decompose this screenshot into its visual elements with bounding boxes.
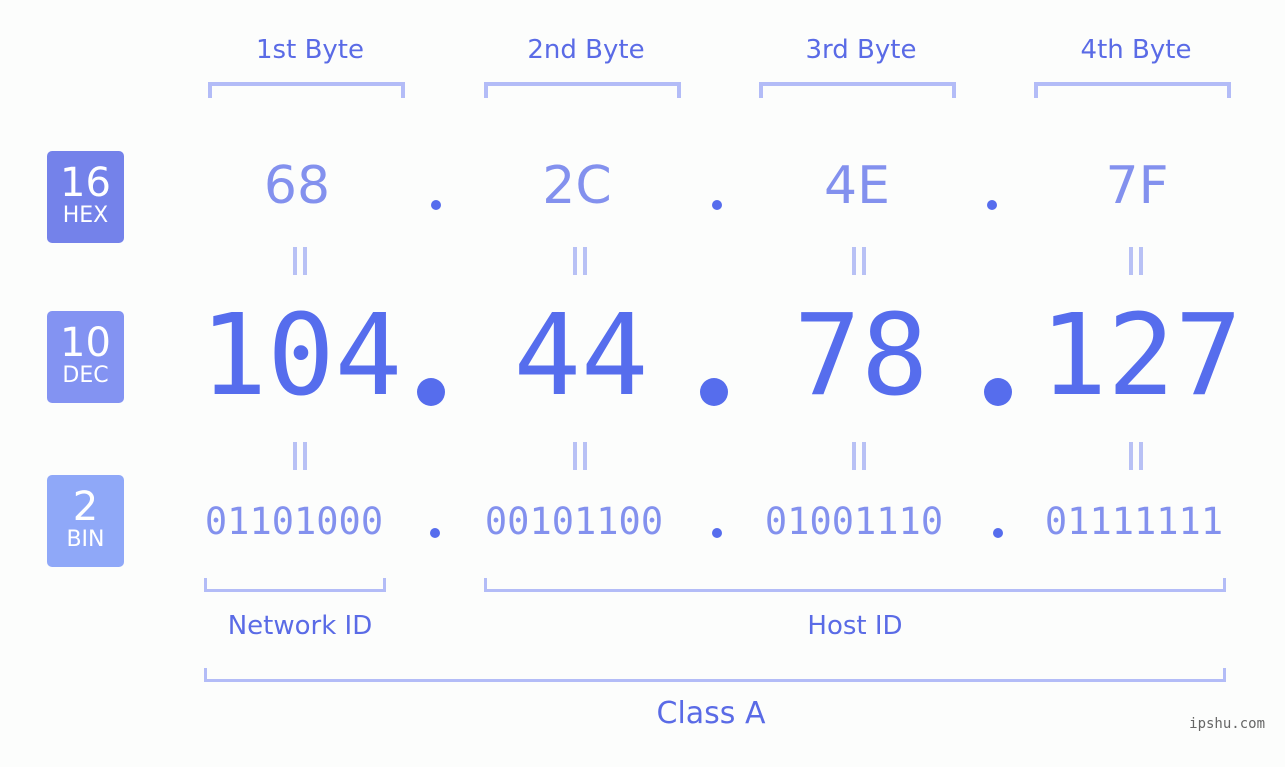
dec-separator-dot [984,378,1012,406]
hex-base-label: HEX [62,203,109,228]
bin-separator-dot [430,528,440,538]
bin-byte-4: 01111111 [1044,500,1224,543]
class-label: Class A [656,696,766,731]
watermark: ipshu.com [1189,716,1265,732]
bin-base-number: 2 [72,484,99,530]
bin-byte-1: 01101000 [204,500,384,543]
hex-separator-dot [431,200,441,210]
hex-byte-2: 2C [542,156,612,216]
dec-byte-3: 78 [793,291,929,421]
hex-byte-4: 7F [1105,156,1169,216]
hex-badge: 16 HEX [47,151,124,243]
host-id-label: Host ID [807,611,903,641]
dec-separator-dot [417,378,445,406]
byte-header-4: 4th Byte [1080,35,1192,65]
bin-separator-dot [712,528,722,538]
byte-header-3: 3rd Byte [805,35,917,65]
bin-byte-3: 01001110 [764,500,944,543]
bin-byte-2: 00101100 [484,500,664,543]
bin-separator-dot [993,528,1003,538]
byte-header-1: 1st Byte [256,35,364,65]
equals-icon [290,247,310,275]
equals-icon [1126,247,1146,275]
equals-icon [849,247,869,275]
hex-byte-1: 68 [263,156,331,216]
dec-byte-4: 127 [1039,291,1243,421]
network-id-label: Network ID [227,611,373,641]
byte-header-2: 2nd Byte [527,35,645,65]
dec-badge: 10 DEC [47,311,124,403]
hex-byte-3: 4E [824,156,890,216]
equals-icon [1126,442,1146,470]
dec-byte-1: 104 [199,291,403,421]
hex-separator-dot [987,200,997,210]
equals-icon [290,442,310,470]
bin-base-label: BIN [66,527,105,552]
equals-icon [849,442,869,470]
bin-badge: 2 BIN [47,475,124,567]
network-id-bracket [204,578,386,592]
byte-bracket-2 [484,82,681,98]
dec-byte-2: 44 [513,291,649,421]
dec-base-label: DEC [62,363,109,388]
byte-bracket-3 [759,82,956,98]
equals-icon [570,247,590,275]
equals-icon [570,442,590,470]
hex-separator-dot [712,200,722,210]
dec-base-number: 10 [60,320,111,366]
byte-bracket-4 [1034,82,1231,98]
byte-bracket-1 [208,82,405,98]
hex-base-number: 16 [60,160,111,206]
dec-separator-dot [700,378,728,406]
class-bracket [204,668,1226,682]
host-id-bracket [484,578,1226,592]
